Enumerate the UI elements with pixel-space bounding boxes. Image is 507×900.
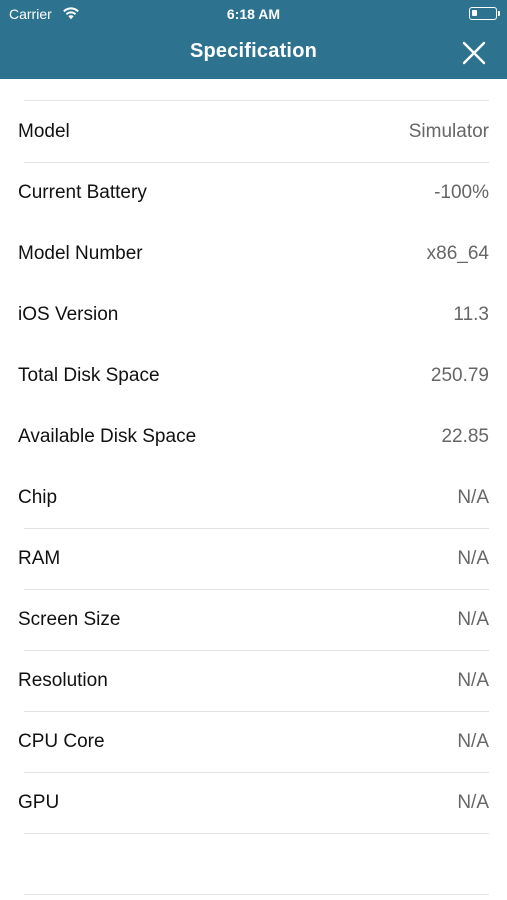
spec-value: 11.3	[453, 303, 489, 325]
spec-row-resolution: Resolution N/A	[0, 650, 507, 712]
spec-row-model: Model Simulator	[0, 101, 507, 163]
page-title: Specification	[189, 40, 318, 62]
spec-value: 22.85	[441, 425, 489, 447]
spec-row-model-number: Model Number x86_64	[0, 223, 507, 284]
close-button[interactable]	[459, 38, 489, 68]
spec-row-available-disk-space: Available Disk Space 22.85	[0, 406, 507, 467]
spec-row-chip: Chip N/A	[0, 467, 507, 529]
spec-value: 250.79	[430, 364, 489, 386]
spec-row-ram: RAM N/A	[0, 528, 507, 590]
spec-label: Model	[18, 120, 70, 142]
spec-row-cpu-core: CPU Core N/A	[0, 711, 507, 773]
spec-list: Model Simulator Current Battery -100% Mo…	[0, 79, 507, 900]
spec-label: GPU	[18, 791, 60, 813]
spec-row-current-battery: Current Battery -100%	[0, 162, 507, 223]
spec-label: Total Disk Space	[18, 364, 160, 386]
spec-row-total-disk-space: Total Disk Space 250.79	[0, 345, 507, 406]
spec-value: x86_64	[426, 242, 489, 264]
close-icon	[462, 41, 486, 65]
battery-level	[472, 10, 477, 16]
spec-value: N/A	[457, 669, 489, 691]
spec-label: Chip	[18, 486, 58, 508]
spec-label: Model Number	[18, 242, 143, 264]
spec-value: N/A	[457, 608, 489, 630]
spec-label: iOS Version	[18, 303, 119, 325]
spec-label: Resolution	[18, 669, 108, 691]
list-bottom-divider	[24, 894, 489, 895]
spec-row-gpu: GPU N/A	[0, 772, 507, 834]
battery-icon	[469, 7, 500, 20]
spec-value: N/A	[457, 547, 489, 569]
spec-row-screen-size: Screen Size N/A	[0, 589, 507, 651]
row-divider	[24, 833, 489, 834]
spec-value: N/A	[457, 486, 489, 508]
header: Carrier 6:18 AM Specification	[0, 0, 507, 79]
spec-label: CPU Core	[18, 730, 105, 752]
spec-value: -100%	[434, 181, 489, 203]
spec-value: Simulator	[408, 120, 489, 142]
spec-value: N/A	[457, 791, 489, 813]
status-bar: Carrier 6:18 AM	[0, 0, 507, 28]
spec-value: N/A	[457, 730, 489, 752]
spec-label: Available Disk Space	[18, 425, 197, 447]
status-time: 6:18 AM	[226, 6, 281, 22]
spec-row-ios-version: iOS Version 11.3	[0, 284, 507, 345]
spec-label: Screen Size	[18, 608, 121, 630]
spec-label: Current Battery	[18, 181, 147, 203]
spec-label: RAM	[18, 547, 61, 569]
